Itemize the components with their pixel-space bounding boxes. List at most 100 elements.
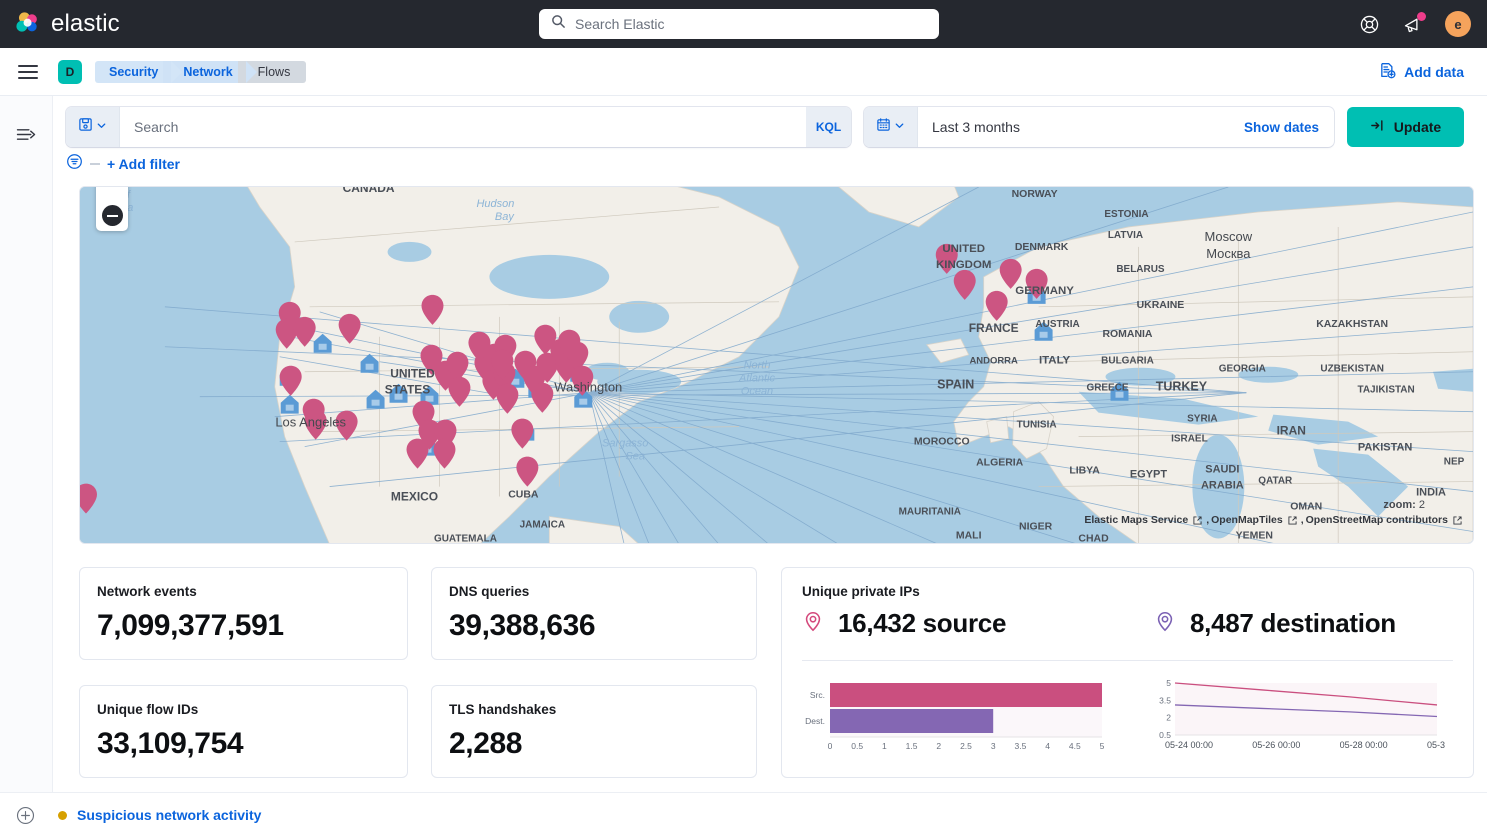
query-language-button[interactable]: KQL (806, 107, 851, 147)
private-ips-line-chart[interactable]: 0.523.5505-24 00:0005-26 00:0005-28 00:0… (1145, 679, 1445, 761)
stat-value: 7,099,377,591 (97, 609, 390, 643)
bar[interactable] (830, 709, 993, 733)
network-map[interactable]: CANADAGulf ofAlaskaHudsonBayNORWAYESTONI… (79, 186, 1474, 544)
divider (802, 660, 1453, 661)
map-label: ANDORRA (969, 356, 1018, 367)
map-label: AUSTRIA (1035, 319, 1079, 330)
stat-value: 33,109,754 (97, 727, 390, 761)
map-label: UNITED (390, 367, 435, 381)
map-label: MEXICO (391, 490, 438, 504)
x-tick-label: 3.5 (1014, 741, 1026, 751)
external-link-icon (1288, 516, 1297, 525)
help-lifebuoy-icon[interactable] (1359, 14, 1380, 35)
x-tick-label: 4.5 (1069, 741, 1081, 751)
map-label: TURKEY (1156, 380, 1208, 394)
add-data-icon (1379, 62, 1396, 82)
brand[interactable]: elastic (0, 10, 120, 38)
map-label: Sargasso (602, 438, 648, 450)
map-label: Washington (554, 380, 622, 395)
date-quick-select-button[interactable] (864, 107, 918, 147)
save-disk-icon (78, 117, 93, 137)
stat-title: DNS queries (449, 584, 739, 599)
suspicious-network-activity-button[interactable]: Suspicious network activity (58, 807, 261, 823)
external-link-icon (1193, 516, 1202, 525)
map-label: BULGARIA (1101, 356, 1154, 367)
global-search-input[interactable]: Search Elastic (539, 9, 939, 39)
stat-value: 39,388,636 (449, 609, 739, 643)
date-range-value[interactable]: Last 3 months (918, 119, 1244, 135)
app-root: elastic Search Elastic (0, 0, 1487, 837)
show-dates-button[interactable]: Show dates (1244, 120, 1334, 135)
filter-icon[interactable] (66, 153, 83, 175)
map-label: ITALY (1039, 355, 1071, 367)
map-attribution: Elastic Maps Service , OpenMapTiles , Op… (1084, 514, 1464, 526)
map-label: GERMANY (1015, 285, 1074, 297)
private-ips-bar-chart[interactable]: Src.Dest.00.511.522.533.544.55 (804, 679, 1106, 761)
zoom-out-button[interactable] (96, 186, 128, 231)
map-label: TUNISIA (1017, 420, 1057, 431)
map-label: SAUDI (1205, 464, 1239, 476)
x-tick-label: 05-30 00:00 (1427, 740, 1445, 750)
zoom-level: 2 (1419, 499, 1425, 511)
y-tick-label: 2 (1166, 713, 1171, 723)
y-tick-label: 0.5 (1159, 730, 1171, 740)
x-tick-label: 1 (882, 741, 887, 751)
hamburger-menu-icon[interactable] (18, 65, 38, 79)
map-zoom-indicator: zoom: 2 (1383, 499, 1425, 511)
saved-query-button[interactable] (66, 107, 120, 147)
map-label: JAMAICA (520, 520, 565, 531)
map-label: TAJIKISTAN (1357, 385, 1414, 396)
attribution-link-omt[interactable]: OpenMapTiles (1211, 514, 1283, 526)
breadcrumb-bar: D Security Network Flows Add data (0, 48, 1487, 96)
y-tick-label: 5 (1166, 679, 1171, 688)
avatar[interactable]: e (1445, 11, 1471, 37)
add-filter-button[interactable]: + Add filter (107, 156, 180, 172)
collapsed-sidebar (0, 96, 53, 837)
breadcrumb-item-security[interactable]: Security (95, 61, 171, 83)
unique-private-ips-panel: Unique private IPs 16,432 source (781, 567, 1474, 778)
private-ips-source: 16,432 source (802, 608, 1154, 639)
attribution-link-ems[interactable]: Elastic Maps Service (1084, 514, 1188, 526)
map-label: SYRIA (1187, 414, 1217, 425)
map-label: FRANCE (969, 321, 1019, 335)
calendar-icon (876, 117, 891, 137)
stat-card-dns-queries: DNS queries 39,388,636 (431, 567, 757, 660)
timeline-name: Suspicious network activity (77, 807, 261, 823)
breadcrumb: Security Network Flows (95, 61, 306, 83)
update-button[interactable]: Update (1347, 107, 1464, 147)
filter-row: + Add filter (66, 153, 180, 175)
query-bar: Search KQL (53, 96, 1487, 186)
map-label: GEORGIA (1219, 364, 1266, 375)
space-avatar[interactable]: D (58, 60, 82, 84)
attribution-link-osm[interactable]: OpenStreetMap contributors (1306, 514, 1448, 526)
private-ips-destination: 8,487 destination (1154, 608, 1396, 639)
map-label: NEP (1444, 457, 1465, 468)
zoom-label-prefix: zoom: (1383, 499, 1415, 511)
map-label: SPAIN (937, 378, 974, 392)
plus-circle-icon[interactable] (16, 806, 35, 825)
map-label: CHAD (1078, 533, 1109, 544)
update-label: Update (1394, 119, 1441, 135)
map-label: DENMARK (1015, 242, 1069, 253)
search-input[interactable]: Search (120, 119, 806, 135)
global-search-placeholder: Search Elastic (575, 16, 664, 32)
expand-sidebar-icon[interactable] (16, 126, 37, 148)
map-label: Sea (625, 451, 645, 463)
x-tick-label: 05-26 00:00 (1252, 740, 1300, 750)
bar[interactable] (830, 683, 1102, 707)
map-label: YEMEN (1236, 530, 1273, 541)
global-header: elastic Search Elastic (0, 0, 1487, 48)
filter-divider (90, 163, 100, 165)
refresh-icon (1370, 118, 1385, 136)
announcements-megaphone-icon[interactable] (1402, 14, 1423, 35)
source-count: 16,432 source (838, 608, 1006, 639)
zoom-out-icon (102, 205, 123, 226)
map-label: INDIA (1416, 487, 1446, 499)
map-label: KINGDOM (936, 259, 991, 271)
add-data-button[interactable]: Add data (1379, 62, 1464, 82)
map-marker-icon (802, 610, 824, 637)
map-marker-icon (1154, 610, 1176, 637)
map-label: OMAN (1290, 502, 1322, 513)
map-label: CUBA (508, 490, 539, 501)
map-label: BELARUS (1116, 264, 1165, 275)
